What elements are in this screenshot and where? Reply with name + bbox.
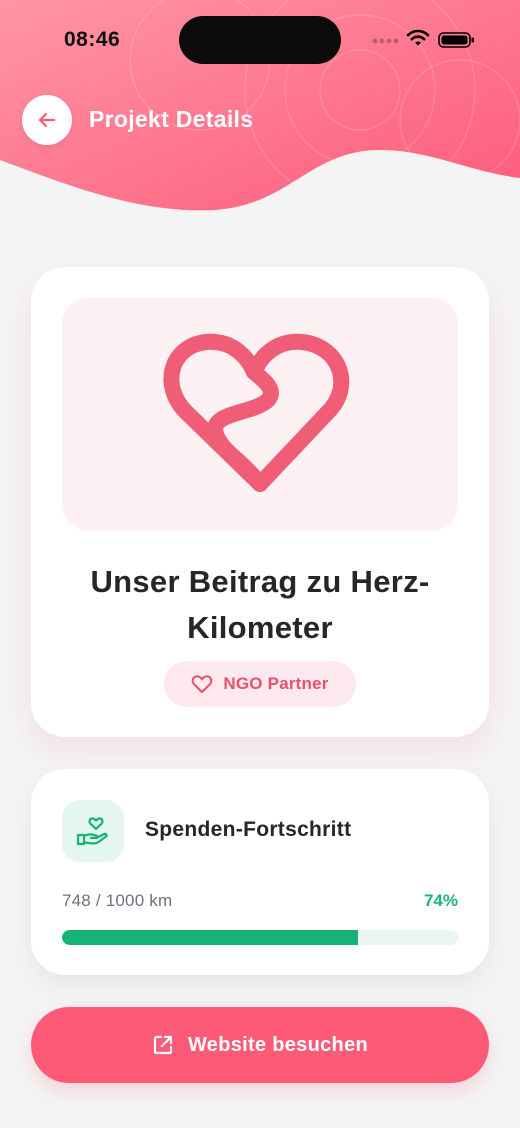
cellular-signal-icon [372, 38, 399, 44]
page-title: Projekt Details [89, 106, 254, 132]
battery-icon [438, 32, 474, 48]
project-card: Unser Beitrag zu Herz-Kilometer NGO Part… [31, 267, 489, 737]
status-bar: 08:46 [0, 0, 520, 80]
visit-website-button[interactable]: Website besuchen [31, 1007, 489, 1083]
progress-track [62, 930, 458, 945]
ngo-badge-label: NGO Partner [223, 674, 329, 693]
project-title: Unser Beitrag zu Herz-Kilometer [90, 564, 430, 645]
external-link-icon [153, 1035, 173, 1055]
back-button[interactable] [22, 95, 72, 145]
progress-fill [62, 930, 359, 945]
heart-road-icon [163, 333, 350, 492]
progress-percent: 74% [423, 891, 458, 910]
dynamic-island [179, 16, 341, 64]
visit-website-label: Website besuchen [187, 1033, 369, 1056]
progress-amount: 748 / 1000 km [62, 891, 173, 910]
donation-progress-card: Spenden-Fortschritt 748 / 1000 km 74% [31, 769, 489, 975]
donation-icon-tile [62, 800, 124, 862]
project-details-screen: 08:46 Projekt Details Unser Beitrag zu H… [0, 0, 520, 1128]
status-time: 08:46 [64, 28, 121, 51]
hand-heart-icon [76, 817, 108, 846]
heart-outline-icon [192, 675, 213, 693]
ngo-partner-badge: NGO Partner [164, 661, 356, 707]
wifi-icon [406, 29, 430, 46]
progress-heading: Spenden-Fortschritt [145, 818, 352, 841]
arrow-left-icon [38, 112, 56, 128]
project-image [62, 298, 458, 531]
